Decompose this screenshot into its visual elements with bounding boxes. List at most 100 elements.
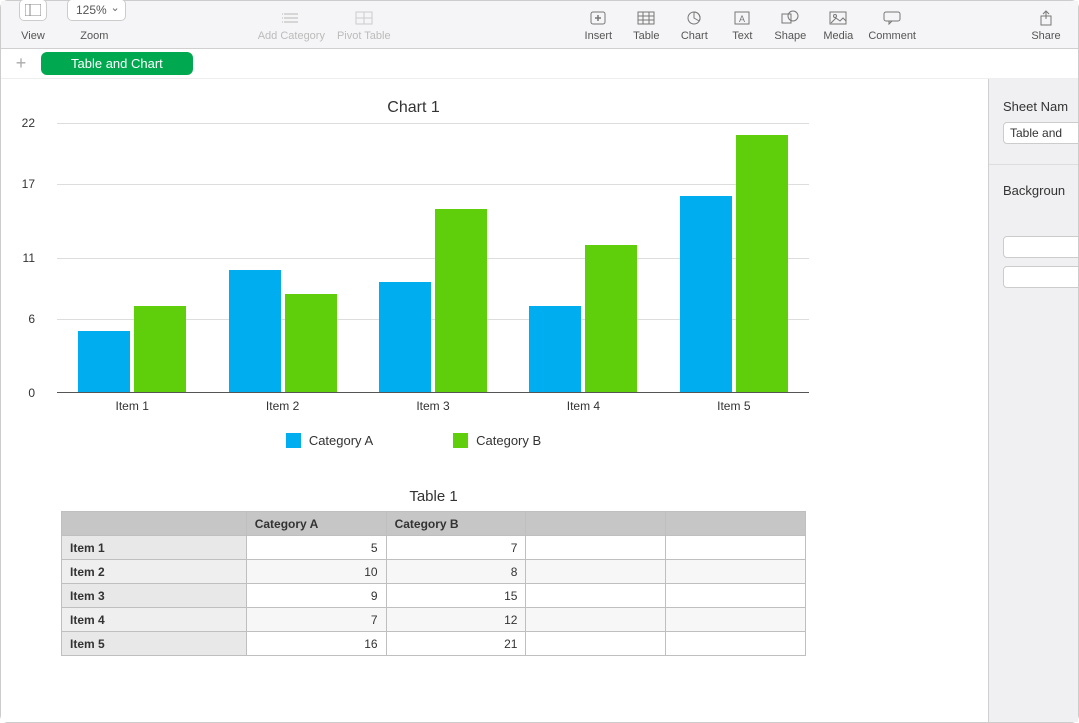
row-header[interactable]: Item 3: [62, 584, 247, 608]
sheet-name-label: Sheet Nam: [1003, 99, 1078, 114]
pie-icon: [686, 8, 702, 28]
table-cell-empty[interactable]: [666, 536, 806, 560]
text-label: Text: [732, 30, 752, 42]
row-header[interactable]: Item 2: [62, 560, 247, 584]
bar: [229, 270, 281, 392]
table-row: Item 3915: [62, 584, 806, 608]
legend-label: Category B: [476, 433, 541, 448]
bar: [379, 282, 431, 392]
table-cell[interactable]: 7: [386, 536, 526, 560]
zoom-label: Zoom: [80, 30, 108, 42]
view-button[interactable]: View: [9, 3, 57, 47]
x-axis-labels: Item 1Item 2Item 3Item 4Item 5: [57, 393, 809, 413]
column-header-empty[interactable]: [666, 512, 806, 536]
zoom-select[interactable]: 125%: [67, 0, 126, 21]
sheet-tab-active[interactable]: Table and Chart: [41, 52, 193, 75]
inspector-field-2[interactable]: [1003, 266, 1078, 288]
bar: [736, 135, 788, 392]
bar: [585, 245, 637, 392]
zoom-control[interactable]: 125% Zoom: [57, 3, 132, 47]
chart-button[interactable]: Chart: [670, 3, 718, 47]
table-cell[interactable]: 9: [246, 584, 386, 608]
insert-button[interactable]: Insert: [574, 3, 622, 47]
text-button[interactable]: A Text: [718, 3, 766, 47]
table-cell[interactable]: 5: [246, 536, 386, 560]
y-axis: 06111722: [19, 123, 39, 393]
table-button[interactable]: Table: [622, 3, 670, 47]
column-header[interactable]: Category B: [386, 512, 526, 536]
table-row: Item 157: [62, 536, 806, 560]
table-cell-empty[interactable]: [666, 560, 806, 584]
pivot-icon: [355, 8, 373, 28]
legend-label: Category A: [309, 433, 373, 448]
list-icon: [282, 8, 300, 28]
bar: [134, 306, 186, 392]
comment-button[interactable]: Comment: [862, 3, 922, 47]
column-header-empty[interactable]: [526, 512, 666, 536]
chart-legend: Category A Category B: [21, 433, 806, 448]
sheet-tabstrip: + Table and Chart: [1, 49, 1078, 79]
table-corner-cell[interactable]: [62, 512, 247, 536]
background-label: Backgroun: [1003, 183, 1078, 198]
x-axis-label: Item 4: [508, 393, 658, 413]
table-row: Item 2108: [62, 560, 806, 584]
inspector-panel: Sheet Nam Table and Backgroun: [988, 79, 1078, 722]
column-header[interactable]: Category A: [246, 512, 386, 536]
canvas[interactable]: Chart 1 06111722 Item 1Item 2Item 3Item …: [1, 79, 988, 722]
table-row: Item 4712: [62, 608, 806, 632]
main-area: Chart 1 06111722 Item 1Item 2Item 3Item …: [1, 79, 1078, 722]
share-button[interactable]: Share: [1022, 3, 1070, 47]
table-row: Item 51621: [62, 632, 806, 656]
chart-plot-area: 06111722: [39, 123, 809, 393]
inspector-field-1[interactable]: [1003, 236, 1078, 258]
share-label: Share: [1031, 30, 1060, 42]
shape-button[interactable]: Shape: [766, 3, 814, 47]
table-cell-empty[interactable]: [526, 584, 666, 608]
table-cell[interactable]: 7: [246, 608, 386, 632]
legend-swatch: [453, 433, 468, 448]
row-header[interactable]: Item 5: [62, 632, 247, 656]
sheet-name-input[interactable]: Table and: [1003, 122, 1078, 144]
table-cell-empty[interactable]: [666, 632, 806, 656]
table-cell[interactable]: 16: [246, 632, 386, 656]
bar-group: [57, 123, 207, 392]
bar: [529, 306, 581, 392]
chart-object[interactable]: Chart 1 06111722 Item 1Item 2Item 3Item …: [21, 99, 968, 448]
table-cell-empty[interactable]: [526, 608, 666, 632]
svg-text:A: A: [739, 14, 745, 24]
plus-box-icon: [589, 8, 607, 28]
y-tick-label: 11: [23, 251, 35, 265]
legend-item: Category B: [453, 433, 541, 448]
table-cell[interactable]: 10: [246, 560, 386, 584]
x-axis-label: Item 5: [659, 393, 809, 413]
pivot-table-label: Pivot Table: [337, 30, 391, 42]
y-tick-label: 22: [22, 116, 35, 130]
add-sheet-button[interactable]: +: [11, 53, 31, 74]
table-cell-empty[interactable]: [526, 560, 666, 584]
table-label: Table: [633, 30, 659, 42]
data-table[interactable]: Category ACategory B Item 157Item 2108It…: [61, 511, 806, 656]
table-cell-empty[interactable]: [666, 608, 806, 632]
table-icon: [637, 8, 655, 28]
shape-label: Shape: [774, 30, 806, 42]
table-cell[interactable]: 8: [386, 560, 526, 584]
row-header[interactable]: Item 4: [62, 608, 247, 632]
add-category-button: Add Category: [252, 3, 331, 47]
insert-label: Insert: [585, 30, 613, 42]
table-cell-empty[interactable]: [526, 536, 666, 560]
x-axis-label: Item 1: [57, 393, 207, 413]
row-header[interactable]: Item 1: [62, 536, 247, 560]
table-cell-empty[interactable]: [666, 584, 806, 608]
media-button[interactable]: Media: [814, 3, 862, 47]
shape-icon: [781, 8, 799, 28]
table-cell[interactable]: 21: [386, 632, 526, 656]
table-object[interactable]: Table 1 Category ACategory B Item 157Ite…: [61, 488, 806, 656]
legend-swatch: [286, 433, 301, 448]
share-icon: [1039, 8, 1053, 28]
toolbar: View 125% Zoom Add Category Pivot Table …: [1, 1, 1078, 49]
table-cell[interactable]: 12: [386, 608, 526, 632]
media-label: Media: [823, 30, 853, 42]
table-cell-empty[interactable]: [526, 632, 666, 656]
pivot-table-button: Pivot Table: [331, 3, 397, 47]
table-cell[interactable]: 15: [386, 584, 526, 608]
